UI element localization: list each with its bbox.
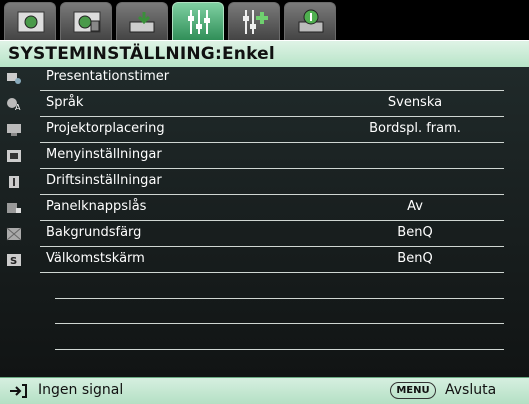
projector-position-icon [7, 124, 21, 136]
menu-item-label: Panelknappslås [46, 199, 147, 214]
menu-item-value[interactable]: Svenska [300, 95, 529, 110]
svg-text:A: A [15, 103, 21, 111]
display-icon [129, 12, 155, 33]
empty-row-divider [55, 323, 504, 324]
picture-icon [17, 11, 45, 33]
menu-key-button[interactable]: MENU [390, 382, 436, 399]
row-divider [40, 90, 504, 91]
menu-item-label: Välkomstskärm [46, 251, 145, 266]
tab-picture[interactable] [4, 2, 56, 40]
menu-item-projector-position[interactable]: Projektorplacering Bordspl. fram. [0, 119, 529, 145]
menu-header: SYSTEMINSTÄLLNING:Enkel [0, 40, 529, 68]
menu-item-value[interactable]: Av [300, 199, 529, 214]
menu-item-label: Driftsinställningar [46, 173, 162, 188]
splash-screen-icon: S [7, 254, 21, 267]
input-source-icon [10, 384, 27, 398]
panel-key-lock-icon [7, 203, 21, 213]
row-divider [40, 142, 504, 143]
menu-tab-strip [0, 0, 529, 41]
menu-item-language[interactable]: A Språk Svenska [0, 93, 529, 119]
signal-status: Ingen signal [38, 382, 124, 398]
tab-system-setup-advanced[interactable] [228, 2, 280, 40]
operation-settings-icon [9, 176, 19, 188]
row-divider [40, 272, 504, 273]
background-color-icon [6, 227, 22, 241]
menu-item-label: Projektorplacering [46, 121, 165, 136]
row-divider [40, 194, 504, 195]
picture-advanced-icon [73, 11, 101, 33]
menu-item-value[interactable]: BenQ [300, 225, 529, 240]
information-icon [298, 9, 324, 33]
menu-item-panel-key-lock[interactable]: Panelknappslås Av [0, 197, 529, 223]
page-title: SYSTEMINSTÄLLNING:Enkel [8, 44, 275, 64]
svg-text:S: S [10, 256, 17, 267]
tab-system-setup-basic[interactable] [172, 2, 224, 41]
menu-item-splash-screen[interactable]: S Välkomstskärm BenQ [0, 249, 529, 275]
row-divider [40, 168, 504, 169]
menu-item-value[interactable]: BenQ [300, 251, 529, 266]
row-divider [40, 220, 504, 221]
row-divider [40, 116, 504, 117]
tab-information[interactable] [284, 2, 336, 40]
system-setup-advanced-icon [243, 10, 268, 34]
tab-picture-advanced[interactable] [60, 2, 112, 40]
menu-list: Presentationstimer A Språk Svenska Proje… [0, 67, 529, 377]
menu-item-value[interactable]: Bordspl. fram. [300, 121, 529, 136]
language-icon: A [7, 98, 21, 111]
projector-osd-menu: SYSTEMINSTÄLLNING:Enkel Presentationstim… [0, 0, 529, 404]
menu-item-presentation-timer[interactable]: Presentationstimer [0, 67, 529, 93]
menu-item-label: Språk [46, 95, 84, 110]
row-divider [40, 246, 504, 247]
tab-display[interactable] [116, 2, 168, 40]
menu-footer: Ingen signal MENU Avsluta [0, 377, 529, 404]
exit-label: Avsluta [445, 382, 497, 398]
menu-item-background-color[interactable]: Bakgrundsfärg BenQ [0, 223, 529, 249]
menu-item-operation-settings[interactable]: Driftsinställningar [0, 171, 529, 197]
empty-row-divider [55, 349, 504, 350]
menu-item-menu-settings[interactable]: Menyinställningar [0, 145, 529, 171]
presentation-timer-icon [7, 73, 21, 84]
system-setup-basic-icon [188, 10, 210, 34]
menu-settings-icon [7, 150, 21, 162]
menu-item-label: Menyinställningar [46, 147, 162, 162]
menu-item-label: Bakgrundsfärg [46, 225, 142, 240]
menu-item-label: Presentationstimer [46, 69, 170, 84]
empty-row-divider [55, 298, 504, 299]
